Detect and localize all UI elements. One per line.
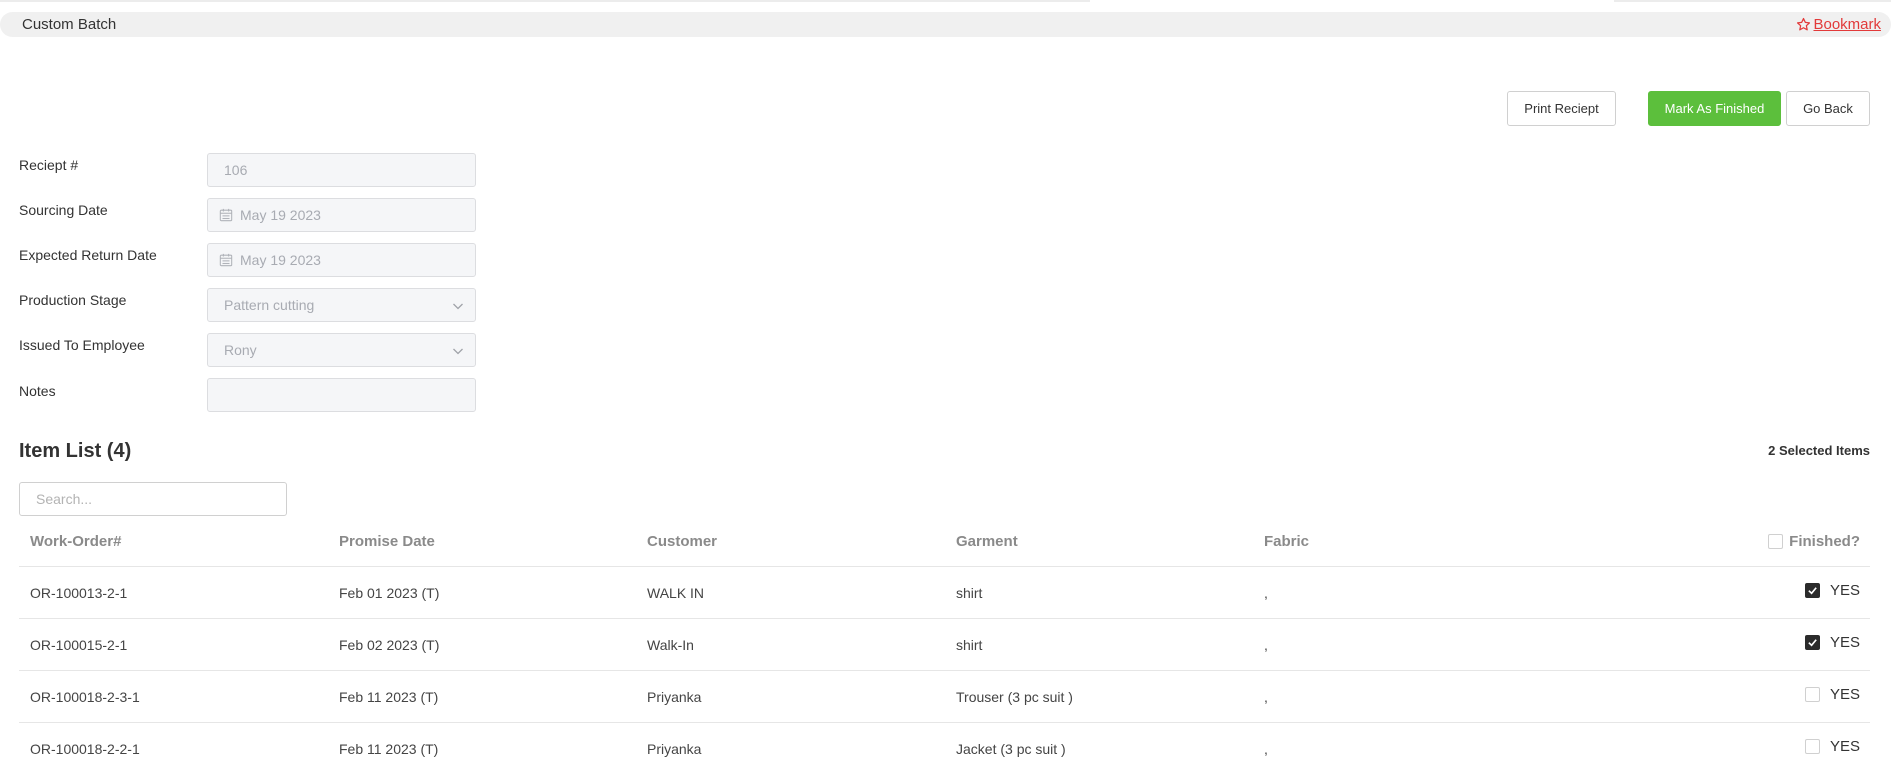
finished-cell: YES <box>1804 582 1860 599</box>
promise-date-cell: Feb 11 2023 (T) <box>339 689 439 705</box>
fabric-cell: , <box>1264 689 1268 705</box>
chevron-down-icon <box>453 303 463 310</box>
issued-to-employee-label: Issued To Employee <box>19 337 145 353</box>
issued-to-employee-select[interactable]: Rony <box>207 333 476 367</box>
finished-label: YES <box>1829 738 1860 755</box>
checkmark-icon <box>1808 639 1817 647</box>
select-all-checkbox[interactable] <box>1768 534 1784 549</box>
issued-to-employee-value: Rony <box>224 342 257 358</box>
star-outline-icon <box>1797 17 1811 31</box>
work-order-cell: OR-100015-2-1 <box>30 637 128 653</box>
promise-date-cell: Feb 11 2023 (T) <box>339 741 439 757</box>
checkmark-icon <box>1808 587 1817 595</box>
column-header-fabric[interactable]: Fabric <box>1264 533 1309 550</box>
fabric-cell: , <box>1264 585 1268 601</box>
sourcing-date-label: Sourcing Date <box>19 202 108 218</box>
notes-label: Notes <box>19 383 56 399</box>
notes-field[interactable] <box>207 378 476 412</box>
go-back-button[interactable]: Go Back <box>1786 91 1870 126</box>
finished-header-label: Finished? <box>1789 533 1860 550</box>
finished-checkbox[interactable] <box>1804 635 1820 650</box>
receipt-label: Reciept # <box>19 157 79 173</box>
bookmark-link[interactable]: Bookmark <box>1796 16 1881 33</box>
finished-checkbox[interactable] <box>1804 583 1820 598</box>
sourcing-date-value: May 19 2023 <box>240 207 321 223</box>
finished-label: YES <box>1829 634 1860 651</box>
garment-cell: shirt <box>956 585 983 601</box>
customer-cell: Priyanka <box>647 689 702 705</box>
calendar-icon <box>219 208 233 222</box>
column-header-finished: Finished? <box>1768 533 1860 550</box>
promise-date-cell: Feb 01 2023 (T) <box>339 585 440 601</box>
production-stage-select[interactable]: Pattern cutting <box>207 288 476 322</box>
garment-cell: shirt <box>956 637 983 653</box>
column-header-customer[interactable]: Customer <box>647 533 717 550</box>
production-stage-value: Pattern cutting <box>224 297 315 313</box>
print-receipt-button[interactable]: Print Reciept <box>1507 91 1616 126</box>
search-input[interactable] <box>19 482 287 516</box>
item-list-title: Item List (4) <box>19 440 132 462</box>
finished-cell: YES <box>1804 686 1860 703</box>
work-order-cell: OR-100013-2-1 <box>30 585 128 601</box>
table-header: Work-Order# Promise Date Customer Garmen… <box>19 515 1870 567</box>
receipt-field[interactable]: 106 <box>207 153 476 187</box>
page-title: Custom Batch <box>22 16 117 33</box>
garment-cell: Trouser (3 pc suit ) <box>956 689 1073 705</box>
breadcrumb: Custom Batch Bookmark <box>0 12 1891 37</box>
finished-checkbox[interactable] <box>1804 739 1820 754</box>
fabric-cell: , <box>1264 637 1268 653</box>
table-row: OR-100018-2-2-1 Feb 11 2023 (T) Priyanka… <box>19 723 1870 769</box>
finished-cell: YES <box>1804 738 1860 755</box>
table-row: OR-100013-2-1 Feb 01 2023 (T) WALK IN sh… <box>19 567 1870 619</box>
top-divider-right <box>1614 0 1891 2</box>
mark-as-finished-button[interactable]: Mark As Finished <box>1648 91 1781 126</box>
chevron-down-icon <box>453 348 463 355</box>
customer-cell: WALK IN <box>647 585 705 601</box>
finished-label: YES <box>1829 582 1860 599</box>
garment-cell: Jacket (3 pc suit ) <box>956 741 1066 757</box>
return-date-label: Expected Return Date <box>19 247 157 263</box>
work-order-cell: OR-100018-2-2-1 <box>30 741 140 757</box>
item-table: Work-Order# Promise Date Customer Garmen… <box>19 515 1870 769</box>
bookmark-label: Bookmark <box>1813 16 1881 33</box>
customer-cell: Priyanka <box>647 741 702 757</box>
selected-items-count: 2 Selected Items <box>1768 443 1870 458</box>
finished-cell: YES <box>1804 634 1860 651</box>
calendar-icon <box>219 253 233 267</box>
column-header-work-order[interactable]: Work-Order# <box>30 533 121 550</box>
table-row: OR-100015-2-1 Feb 02 2023 (T) Walk-In sh… <box>19 619 1870 671</box>
finished-label: YES <box>1829 686 1860 703</box>
top-divider-left <box>0 0 1090 2</box>
receipt-value: 106 <box>224 162 248 178</box>
production-stage-label: Production Stage <box>19 292 127 308</box>
return-date-value: May 19 2023 <box>240 252 321 268</box>
promise-date-cell: Feb 02 2023 (T) <box>339 637 440 653</box>
customer-cell: Walk-In <box>647 637 694 653</box>
column-header-promise-date[interactable]: Promise Date <box>339 533 435 550</box>
sourcing-date-field[interactable]: May 19 2023 <box>207 198 476 232</box>
column-header-garment[interactable]: Garment <box>956 533 1018 550</box>
work-order-cell: OR-100018-2-3-1 <box>30 689 140 705</box>
table-row: OR-100018-2-3-1 Feb 11 2023 (T) Priyanka… <box>19 671 1870 723</box>
finished-checkbox[interactable] <box>1804 687 1820 702</box>
return-date-field[interactable]: May 19 2023 <box>207 243 476 277</box>
fabric-cell: , <box>1264 741 1268 757</box>
